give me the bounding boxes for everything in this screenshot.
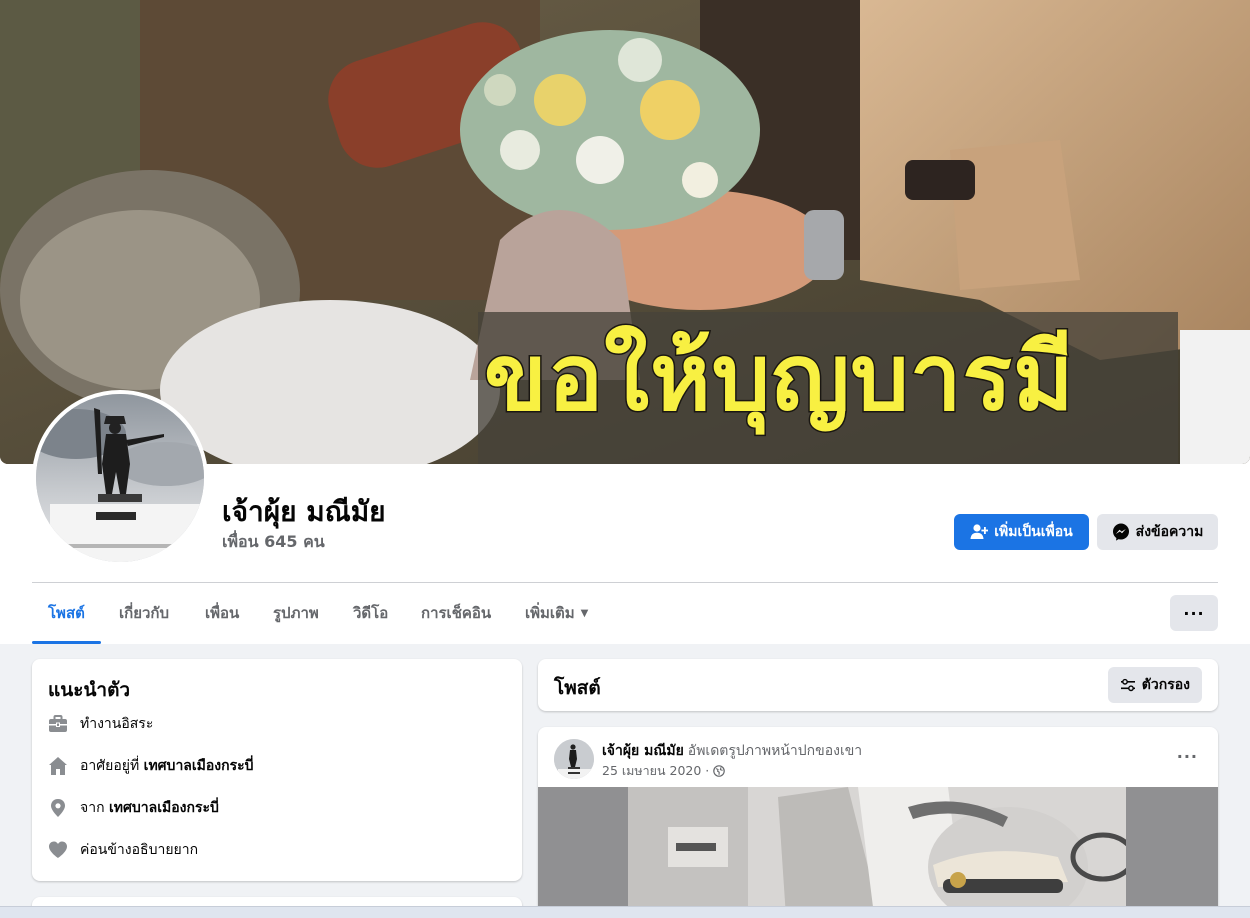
tab-label: โพสต์	[48, 604, 85, 622]
profile-header: ขอให้บุญบารมี เจ้าผุ้ย มณีมัย เพื่อน 645…	[0, 0, 1250, 644]
tab-label: เกี่ยวกับ	[119, 604, 170, 622]
posts-title: โพสต์	[554, 677, 601, 699]
intro-title: แนะนำตัว	[48, 679, 131, 701]
post-action-text: อัพเดตรูปภาพหน้าปกของเขา	[687, 743, 863, 759]
intro-item-relationship: ค่อนข้างอธิบายยาก	[48, 838, 198, 862]
tab-posts[interactable]: โพสต์	[32, 584, 101, 644]
hometown-link[interactable]: เทศบาลเมืองกระบี่	[109, 800, 219, 816]
header-divider	[32, 582, 1218, 583]
add-friend-button[interactable]: เพิ่มเป็นเพื่อน	[954, 514, 1089, 550]
briefcase-icon	[48, 714, 68, 734]
home-icon	[48, 756, 68, 776]
filter-button[interactable]: ตัวกรอง	[1107, 667, 1202, 703]
tab-label: การเช็คอิน	[421, 604, 492, 622]
messenger-icon	[1112, 523, 1129, 541]
send-message-button[interactable]: ส่งข้อความ	[1097, 514, 1218, 550]
tab-photos[interactable]: รูปภาพ	[257, 584, 335, 642]
profile-name[interactable]: เจ้าผุ้ย มณีมัย	[222, 490, 386, 534]
intro-item-lives-in: อาศัยอยู่ที่ เทศบาลเมืองกระบี่	[48, 754, 254, 778]
intro-card: แนะนำตัว ทำงานอิสระ อาศัยอยู่ที่ เทศบาลเ…	[32, 659, 522, 881]
filter-sliders-icon	[1120, 678, 1135, 692]
post-meta: 25 เมษายน 2020 ·	[602, 761, 726, 781]
tab-label: รูปภาพ	[273, 604, 319, 622]
intro-item-text: ทำงานอิสระ	[80, 716, 154, 732]
post-photo-container	[538, 787, 1218, 918]
os-taskbar	[0, 906, 1250, 918]
avatar-statue-image	[36, 394, 204, 562]
intro-item-text: จาก	[80, 800, 109, 816]
tab-more[interactable]: เพิ่มเติม ▼	[509, 584, 604, 642]
posts-header-card: โพสต์ ตัวกรอง	[538, 659, 1218, 711]
tab-label: เพิ่มเติม	[525, 604, 575, 622]
send-message-label: ส่งข้อความ	[1135, 524, 1204, 540]
profile-more-button[interactable]: ···	[1170, 595, 1218, 631]
tab-label: เพื่อน	[205, 604, 240, 622]
tab-checkins[interactable]: การเช็คอิน	[405, 584, 507, 642]
cover-photo[interactable]: ขอให้บุญบารมี	[0, 0, 1250, 464]
avatar-statue-thumbnail	[554, 739, 594, 779]
post-date-link[interactable]: 25 เมษายน 2020 ·	[602, 761, 709, 781]
heart-icon	[48, 840, 68, 860]
add-friend-label: เพิ่มเป็นเพื่อน	[994, 524, 1073, 540]
caret-down-icon: ▼	[580, 607, 589, 619]
intro-item-work: ทำงานอิสระ	[48, 712, 153, 736]
friend-count[interactable]: เพื่อน 645 คน	[222, 530, 325, 555]
intro-item-text: ค่อนข้างอธิบายยาก	[80, 842, 199, 858]
intro-item-from: จาก เทศบาลเมืองกระบี่	[48, 796, 219, 820]
post-photo-image	[628, 787, 1126, 918]
intro-item-text: อาศัยอยู่ที่	[80, 758, 144, 774]
post-author-link[interactable]: เจ้าผุ้ย มณีมัย	[602, 743, 684, 759]
tab-videos[interactable]: วิดีโอ	[337, 584, 404, 642]
globe-icon	[713, 765, 726, 777]
tab-about[interactable]: เกี่ยวกับ	[103, 584, 185, 642]
tab-label: วิดีโอ	[353, 604, 389, 622]
lives-in-place-link[interactable]: เทศบาลเมืองกระบี่	[144, 758, 254, 774]
post-header-line: เจ้าผุ้ย มณีมัย อัพเดตรูปภาพหน้าปกของเขา	[602, 740, 862, 762]
filter-label: ตัวกรอง	[1141, 677, 1190, 693]
post-author-avatar[interactable]	[554, 739, 594, 779]
tab-friends[interactable]: เพื่อน	[189, 584, 255, 642]
post-card: เจ้าผุ้ย มณีมัย อัพเดตรูปภาพหน้าปกของเขา …	[538, 727, 1218, 918]
location-pin-icon	[48, 798, 68, 818]
cover-caption-text: ขอให้บุญบารมี	[483, 323, 1076, 433]
post-photo[interactable]	[628, 787, 1126, 918]
post-options-button[interactable]: ···	[1177, 747, 1198, 766]
add-friend-icon	[970, 524, 989, 539]
profile-avatar[interactable]	[32, 390, 208, 566]
